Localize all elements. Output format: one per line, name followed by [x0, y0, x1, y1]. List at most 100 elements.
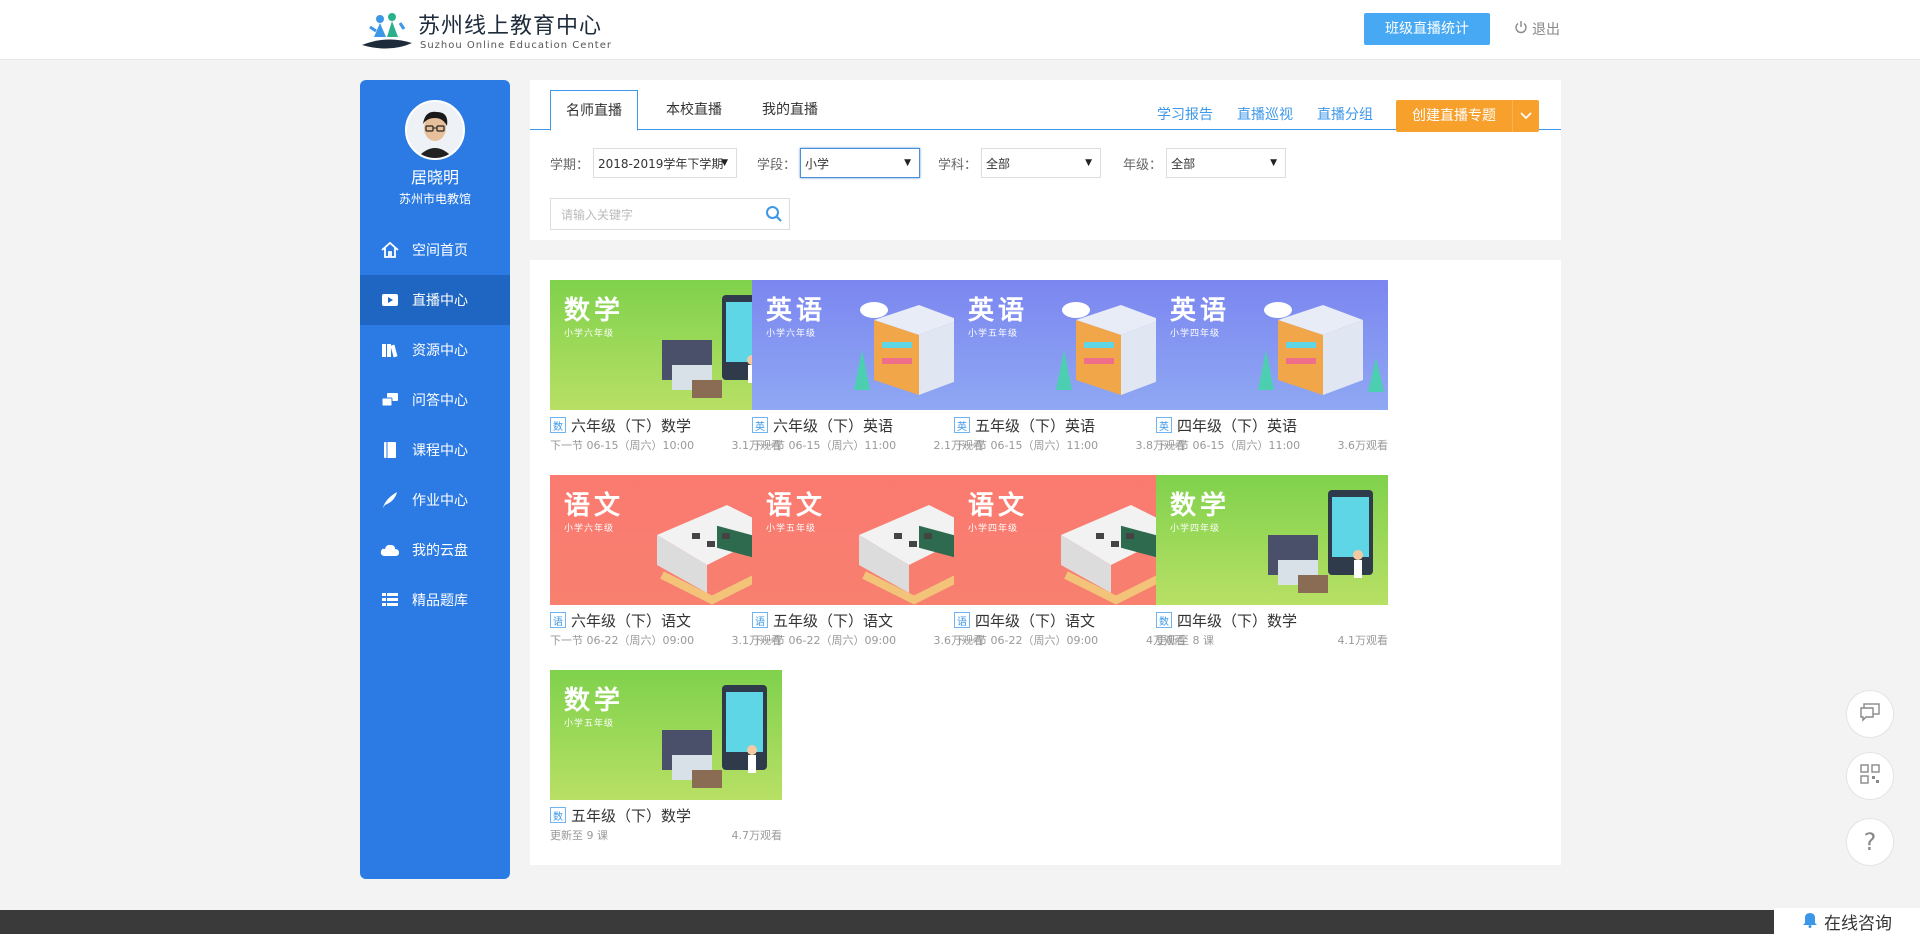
search-icon[interactable]	[759, 205, 789, 223]
term-select[interactable]: 2018-2019学年下学期 ▼	[593, 148, 738, 178]
feedback-button[interactable]	[1846, 690, 1894, 738]
home-icon	[380, 240, 400, 260]
course-meta: 下一节 06-15（周六）10:00 3.1万观看	[550, 437, 782, 453]
course-thumbnail[interactable]: 数学 小学六年级	[550, 280, 782, 410]
site-logo[interactable]: 苏州线上教育中心 Suzhou Online Education Center	[360, 8, 612, 51]
tab-school-live[interactable]: 本校直播	[650, 90, 738, 130]
class-live-stats-button[interactable]: 班级直播统计	[1364, 13, 1490, 45]
online-consult-button[interactable]: 在线咨询	[1774, 908, 1920, 934]
course-card[interactable]: 英语 小学四年级 英 四年级（下）英语 下一节 06-15（周六）11:00 3…	[1156, 280, 1388, 453]
course-title[interactable]: 六年级（下）语文	[571, 610, 691, 631]
course-meta: 下一节 06-22（周六）09:00 3.1万观看	[550, 632, 782, 648]
subject-tag: 英	[1156, 417, 1172, 433]
sidebar-item-live[interactable]: 直播中心	[360, 275, 510, 325]
help-button[interactable]: ?	[1846, 818, 1894, 866]
term-value: 2018-2019学年下学期	[598, 156, 724, 171]
tab-my-live[interactable]: 我的直播	[746, 90, 834, 130]
sidebar-item-qa[interactable]: 问答中心	[360, 375, 510, 425]
subject-tag: 数	[550, 417, 566, 433]
live-group-link[interactable]: 直播分组	[1317, 104, 1373, 124]
course-thumbnail[interactable]: 英语 小学五年级	[954, 280, 1186, 410]
sidebar-item-courses[interactable]: 课程中心	[360, 425, 510, 475]
course-thumbnail[interactable]: 数学 小学四年级	[1156, 475, 1388, 605]
chevron-down-icon[interactable]	[1512, 100, 1539, 132]
subject-tag: 英	[954, 417, 970, 433]
caret-down-icon: ▼	[1270, 158, 1278, 168]
course-card[interactable]: 英语 小学五年级 英 五年级（下）英语 下一节 06-15（周六）11:00 3…	[954, 280, 1186, 453]
course-thumbnail[interactable]: 英语 小学四年级	[1156, 280, 1388, 410]
thumb-subject: 语文	[766, 491, 827, 521]
sidebar-item-label: 精品题库	[412, 593, 468, 609]
course-card[interactable]: 数学 小学六年级 数 六年级（下）数学 下一节 06-15（周六）10:00 3…	[550, 280, 782, 453]
search-input[interactable]: 请输入关键字	[551, 206, 759, 223]
course-meta: 更新至 8 课 4.1万观看	[1156, 632, 1388, 648]
subject-tag: 语	[752, 612, 768, 628]
thumb-grade: 小学五年级	[564, 719, 615, 729]
course-title[interactable]: 四年级（下）英语	[1177, 415, 1297, 436]
sidebar-item-home[interactable]: 空间首页	[360, 225, 510, 275]
course-card[interactable]: 语文 小学六年级 语 六年级（下）语文 下一节 06-22（周六）09:00 3…	[550, 475, 782, 648]
sidebar-item-label: 直播中心	[412, 293, 468, 309]
keyword-search[interactable]: 请输入关键字	[550, 198, 790, 230]
course-title[interactable]: 六年级（下）数学	[571, 415, 691, 436]
course-grid: 数学 小学六年级 数 六年级（下）数学 下一节 06-15（周六）10:00 3…	[530, 260, 1561, 865]
classroom-illustration-icon	[1268, 490, 1373, 593]
thumb-subject: 英语	[766, 296, 827, 326]
subject-tag: 英	[752, 417, 768, 433]
avatar[interactable]	[405, 100, 465, 160]
sidebar-item-label: 问答中心	[412, 393, 468, 409]
course-thumbnail[interactable]: 语文 小学四年级	[954, 475, 1186, 605]
next-lesson: 下一节 06-22（周六）09:00	[752, 634, 897, 647]
subject-tag: 语	[954, 612, 970, 628]
course-card[interactable]: 语文 小学五年级 语 五年级（下）语文 下一节 06-22（周六）09:00 3…	[752, 475, 984, 648]
course-meta: 下一节 06-22（周六）09:00 3.6万观看	[752, 632, 984, 648]
course-title[interactable]: 四年级（下）语文	[975, 610, 1095, 631]
thumb-grade: 小学六年级	[564, 329, 615, 339]
feedback-icon	[1859, 702, 1881, 726]
logout-link[interactable]: 退出	[1514, 19, 1560, 39]
create-live-topic-button[interactable]: 创建直播专题	[1396, 100, 1539, 132]
logo-mark-icon	[360, 9, 414, 51]
course-title[interactable]: 六年级（下）英语	[773, 415, 893, 436]
course-card[interactable]: 数学 小学五年级 数 五年级（下）数学 更新至 9 课 4.7万观看	[550, 670, 782, 843]
feather-icon	[380, 490, 400, 510]
next-lesson: 下一节 06-22（周六）09:00	[550, 634, 695, 647]
course-title[interactable]: 五年级（下）语文	[773, 610, 893, 631]
subject-select[interactable]: 全部 ▼	[981, 148, 1102, 178]
course-meta: 下一节 06-15（周六）11:00 2.1万观看	[752, 437, 984, 453]
course-title[interactable]: 五年级（下）英语	[975, 415, 1095, 436]
grade-select[interactable]: 全部 ▼	[1166, 148, 1287, 178]
sidebar-item-label: 资源中心	[412, 343, 468, 359]
next-lesson: 更新至 8 课	[1156, 634, 1214, 647]
sidebar-item-resources[interactable]: 资源中心	[360, 325, 510, 375]
course-card[interactable]: 数学 小学四年级 数 四年级（下）数学 更新至 8 课 4.1万观看	[1156, 475, 1388, 648]
stage-label: 学段：	[757, 157, 797, 173]
thumb-grade: 小学五年级	[766, 524, 817, 534]
sidebar-item-cloud[interactable]: 我的云盘	[360, 525, 510, 575]
stage-select[interactable]: 小学 ▼	[800, 148, 921, 178]
qrcode-button[interactable]	[1846, 752, 1894, 800]
course-card[interactable]: 英语 小学六年级 英 六年级（下）英语 下一节 06-15（周六）11:00 2…	[752, 280, 984, 453]
course-title[interactable]: 四年级（下）数学	[1177, 610, 1297, 631]
user-name: 居晓明	[410, 168, 459, 187]
subject-tag: 语	[550, 612, 566, 628]
course-thumbnail[interactable]: 语文 小学六年级	[550, 475, 782, 605]
caret-down-icon: ▼	[904, 158, 912, 168]
course-title[interactable]: 五年级（下）数学	[571, 805, 691, 826]
play-icon	[380, 290, 400, 310]
live-patrol-link[interactable]: 直播巡视	[1237, 104, 1293, 124]
tab-famous-teacher-live[interactable]: 名师直播	[550, 90, 638, 131]
sidebar-item-homework[interactable]: 作业中心	[360, 475, 510, 525]
next-lesson: 下一节 06-22（周六）09:00	[954, 634, 1099, 647]
sidebar-item-question-bank[interactable]: 精品题库	[360, 575, 510, 625]
qrcode-icon	[1860, 764, 1880, 788]
course-thumbnail[interactable]: 语文 小学五年级	[752, 475, 984, 605]
sidebar-menu: 空间首页 直播中心 资源中心 问答中心 课程中心 作业中心 我的云盘 精品题库	[360, 225, 510, 625]
bell-icon	[1802, 910, 1818, 933]
course-card[interactable]: 语文 小学四年级 语 四年级（下）语文 下一节 06-22（周六）09:00 4…	[954, 475, 1186, 648]
next-lesson: 下一节 06-15（周六）10:00	[550, 439, 695, 452]
course-thumbnail[interactable]: 数学 小学五年级	[550, 670, 782, 800]
course-thumbnail[interactable]: 英语 小学六年级	[752, 280, 984, 410]
books-icon	[380, 340, 400, 360]
study-report-link[interactable]: 学习报告	[1157, 104, 1213, 124]
